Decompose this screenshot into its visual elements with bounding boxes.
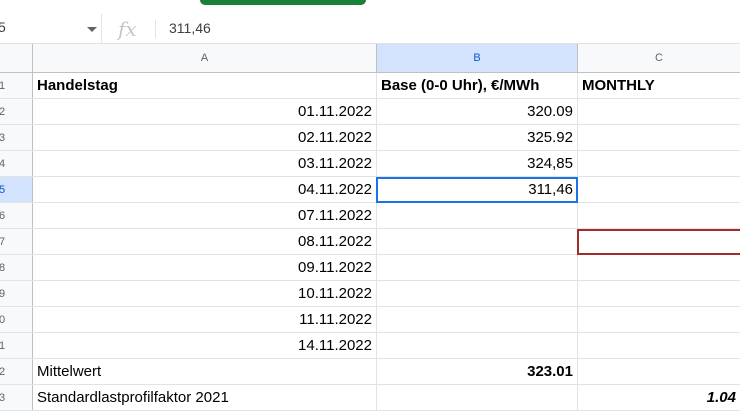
price-cell[interactable] <box>377 229 578 254</box>
table-row: 3 Standardlastprofilfaktor 2021 1.04 <box>0 385 740 411</box>
row-number[interactable]: 7 <box>0 229 33 254</box>
row-number[interactable]: 8 <box>0 255 33 280</box>
formula-input[interactable]: 311,46 <box>169 20 211 36</box>
table-row: 9 10.11.2022 <box>0 281 740 307</box>
row-number[interactable]: 5 <box>0 177 33 202</box>
monthly-cell[interactable] <box>578 99 740 124</box>
row-number-label: 8 <box>0 261 6 274</box>
row-number-label: 4 <box>0 157 6 170</box>
header-cell-monthly[interactable]: MONTHLY <box>578 73 740 98</box>
row-number[interactable]: 3 <box>0 125 33 150</box>
formula-bar: 5 fx 311,46 <box>0 14 740 44</box>
table-row: 0 11.11.2022 <box>0 307 740 333</box>
header-cell-handelstag[interactable]: Handelstag <box>33 73 377 98</box>
table-row: 1 Handelstag Base (0-0 Uhr), €/MWh MONTHLY <box>0 73 740 99</box>
active-cell-selection <box>376 177 578 203</box>
monthly-cell[interactable] <box>578 125 740 150</box>
monthly-cell[interactable] <box>578 151 740 176</box>
table-row: 2 01.11.2022 320.09 <box>0 99 740 125</box>
row-number-label: 3 <box>0 391 6 404</box>
row-number-label: 7 <box>0 235 6 248</box>
row-number-label: 6 <box>0 209 6 222</box>
table-row: 4 03.11.2022 324,85 <box>0 151 740 177</box>
table-row: 5 04.11.2022 311,46 <box>0 177 740 203</box>
date-cell[interactable]: 11.11.2022 <box>33 307 377 332</box>
date-cell[interactable]: 03.11.2022 <box>33 151 377 176</box>
select-all-corner[interactable] <box>0 44 33 72</box>
date-cell[interactable]: 01.11.2022 <box>33 99 377 124</box>
row-number[interactable]: 2 <box>0 359 33 384</box>
price-cell[interactable] <box>377 255 578 280</box>
row-number[interactable]: 1 <box>0 333 33 358</box>
name-box-value: 5 <box>0 19 6 35</box>
row-number[interactable]: 9 <box>0 281 33 306</box>
date-cell[interactable]: 14.11.2022 <box>33 333 377 358</box>
summary-value-cell[interactable] <box>377 385 578 410</box>
column-header-c[interactable]: C <box>578 44 740 72</box>
date-cell[interactable]: 07.11.2022 <box>33 203 377 228</box>
price-cell[interactable]: 325.92 <box>377 125 578 150</box>
summary-label-cell[interactable]: Standardlastprofilfaktor 2021 <box>33 385 377 410</box>
monthly-cell[interactable] <box>578 255 740 280</box>
monthly-cell[interactable] <box>578 307 740 332</box>
share-button-edge[interactable] <box>200 0 366 5</box>
highlighted-cell-border <box>577 229 740 255</box>
date-cell[interactable]: 02.11.2022 <box>33 125 377 150</box>
price-cell[interactable]: 320.09 <box>377 99 578 124</box>
name-box[interactable]: 5 <box>0 14 102 43</box>
row-number-label: 5 <box>0 183 6 196</box>
row-number[interactable]: 4 <box>0 151 33 176</box>
row-number[interactable]: 6 <box>0 203 33 228</box>
row-number-label: 1 <box>0 339 6 352</box>
price-cell[interactable] <box>377 333 578 358</box>
table-row: 7 08.11.2022 <box>0 229 740 255</box>
table-row: 1 14.11.2022 <box>0 333 740 359</box>
row-number-label: 2 <box>0 365 6 378</box>
date-cell[interactable]: 04.11.2022 <box>33 177 377 202</box>
table-row: 2 Mittelwert 323.01 <box>0 359 740 385</box>
row-number-label: 3 <box>0 131 6 144</box>
table-row: 3 02.11.2022 325.92 <box>0 125 740 151</box>
row-number-label: 1 <box>0 79 6 92</box>
row-number-label: 9 <box>0 287 6 300</box>
summary-label-cell[interactable]: Mittelwert <box>33 359 377 384</box>
price-cell[interactable] <box>377 203 578 228</box>
monthly-cell[interactable] <box>578 281 740 306</box>
monthly-cell[interactable] <box>578 177 740 202</box>
summary-factor-cell[interactable] <box>578 359 740 384</box>
price-cell[interactable] <box>377 307 578 332</box>
row-number-label: 0 <box>0 313 6 326</box>
row-number-label: 2 <box>0 105 6 118</box>
divider <box>155 20 156 38</box>
monthly-cell[interactable] <box>578 333 740 358</box>
column-header-a[interactable]: A <box>33 44 377 72</box>
function-icon: fx <box>118 17 137 41</box>
chevron-down-icon[interactable] <box>87 27 97 32</box>
summary-factor-cell[interactable]: 1.04 <box>578 385 740 410</box>
row-number[interactable]: 1 <box>0 73 33 98</box>
row-number[interactable]: 2 <box>0 99 33 124</box>
price-cell[interactable] <box>377 281 578 306</box>
date-cell[interactable]: 08.11.2022 <box>33 229 377 254</box>
column-header-b[interactable]: B <box>377 44 578 72</box>
row-number[interactable]: 3 <box>0 385 33 410</box>
date-cell[interactable]: 09.11.2022 <box>33 255 377 280</box>
monthly-cell[interactable] <box>578 203 740 228</box>
header-cell-base-price[interactable]: Base (0-0 Uhr), €/MWh <box>377 73 578 98</box>
table-row: 8 09.11.2022 <box>0 255 740 281</box>
table-row: 6 07.11.2022 <box>0 203 740 229</box>
date-cell[interactable]: 10.11.2022 <box>33 281 377 306</box>
row-number[interactable]: 0 <box>0 307 33 332</box>
column-header-row: A B C <box>0 44 740 73</box>
price-cell[interactable]: 324,85 <box>377 151 578 176</box>
summary-value-cell[interactable]: 323.01 <box>377 359 578 384</box>
